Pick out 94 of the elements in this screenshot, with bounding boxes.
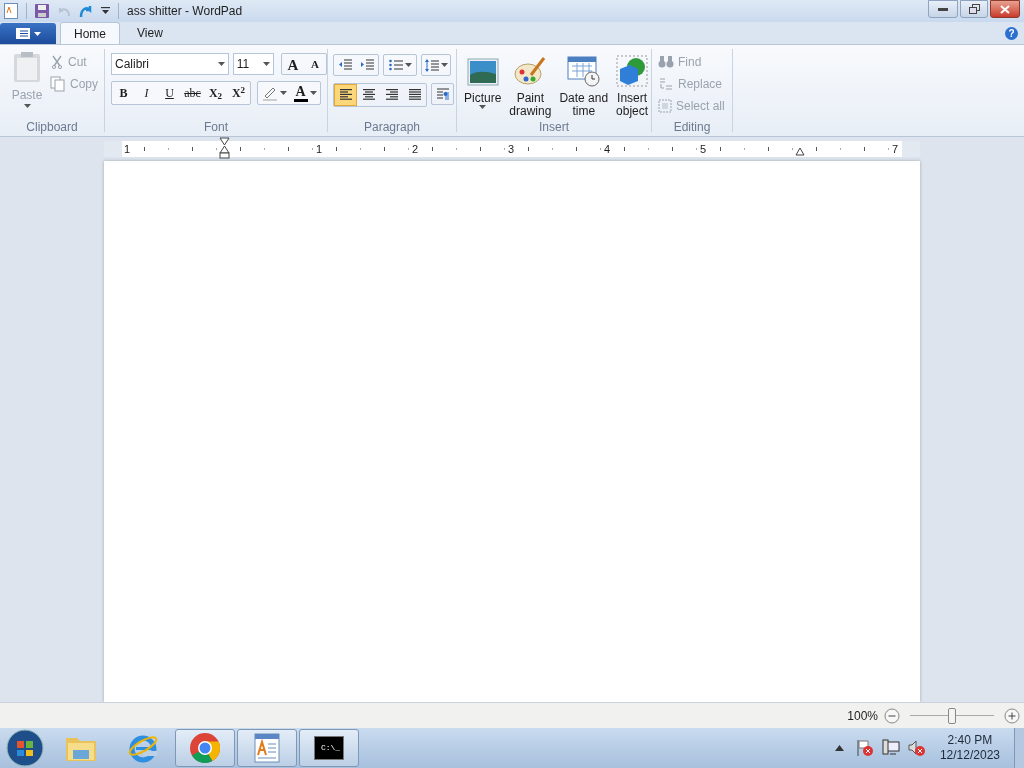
zoom-out-button[interactable]: [884, 707, 900, 724]
caret-icon: [263, 62, 270, 66]
line-spacing-icon: [424, 58, 439, 72]
ruler-number: 4: [604, 142, 611, 157]
console-icon: C:\_: [314, 736, 344, 760]
minimize-button[interactable]: [928, 0, 958, 18]
document-icon: [15, 28, 30, 39]
format-button[interactable]: X$^{2}$: [227, 82, 250, 104]
slider-thumb[interactable]: [948, 707, 956, 724]
font-size-field[interactable]: 11: [232, 53, 274, 75]
format-button[interactable]: abc: [181, 82, 204, 104]
ruler-number: 1: [316, 142, 323, 157]
ruler-number: 7: [892, 142, 899, 157]
caret-icon: [279, 91, 287, 95]
format-button[interactable]: X$_{2}$: [204, 82, 227, 104]
font-color-button[interactable]: A: [290, 82, 320, 104]
line-spacing-button[interactable]: [421, 54, 451, 76]
caret-icon: [440, 63, 448, 67]
grow-font-button[interactable]: A: [282, 54, 304, 74]
window-title: ass shitter - WordPad: [127, 3, 243, 20]
taskbar-button[interactable]: [237, 729, 297, 767]
scissors-icon: [50, 55, 64, 69]
file-menu-button[interactable]: [0, 23, 56, 44]
show-hidden-icons-icon[interactable]: [834, 745, 844, 751]
insert-button[interactable]: Date and time: [556, 53, 612, 121]
save-icon[interactable]: [35, 4, 49, 18]
caret-icon: [404, 63, 412, 67]
zoom-in-button[interactable]: [1004, 707, 1020, 724]
caret-icon: [479, 105, 487, 109]
group-label: Font: [203, 121, 229, 136]
caret-icon: [33, 31, 41, 36]
copy-icon: [50, 76, 66, 92]
close-icon: [1000, 4, 1010, 14]
align-icon: [361, 89, 376, 101]
replace-icon: [658, 76, 674, 91]
wordpad-icon[interactable]: [4, 3, 18, 19]
caret-icon: [309, 91, 317, 95]
format-button[interactable]: U: [158, 82, 181, 104]
redo-icon[interactable]: [79, 4, 93, 18]
ribbon-tab[interactable]: Home: [60, 22, 120, 44]
indent-icon: [360, 59, 374, 71]
insert-button[interactable]: Paint drawing: [506, 53, 555, 121]
shrink-font-button[interactable]: A: [304, 54, 326, 74]
bullet-list-icon: [388, 59, 403, 71]
paragraph-icon: [435, 87, 450, 101]
ruler-number: 1: [124, 142, 131, 157]
help-button[interactable]: ?: [1005, 27, 1018, 40]
palette-icon: [513, 55, 548, 87]
landscape-icon: [466, 57, 499, 87]
wordpad-icon: [254, 733, 280, 763]
zoom-slider[interactable]: [910, 707, 994, 724]
taskbar-button[interactable]: [175, 729, 235, 767]
select-all-icon: [658, 98, 672, 113]
group-label: Editing: [672, 121, 712, 136]
restore-icon: [968, 4, 980, 14]
font-family-field[interactable]: Calibri: [111, 53, 229, 75]
ribbon-tab[interactable]: View: [124, 22, 176, 44]
align-icon: [384, 89, 399, 101]
paragraph-button[interactable]: [431, 83, 454, 105]
align-button[interactable]: [334, 84, 357, 106]
taskbar-button[interactable]: C:\_: [299, 729, 359, 767]
binoculars-icon: [658, 54, 674, 69]
dropdown-icon[interactable]: [101, 7, 110, 15]
group-label: Clipboard: [25, 121, 79, 136]
indent-marker-icon[interactable]: [219, 137, 230, 159]
align-icon: [407, 89, 422, 101]
ruler-number: 2: [412, 142, 419, 157]
group-label: Paragraph: [362, 121, 421, 136]
insert-button[interactable]: Insert object: [613, 53, 652, 121]
muted-speaker-icon[interactable]: [907, 739, 926, 757]
clock[interactable]: 2:40 PM 12/12/2023: [939, 733, 1000, 763]
minimize-icon: [938, 7, 948, 11]
format-button[interactable]: I: [135, 82, 158, 104]
close-button[interactable]: [990, 0, 1020, 18]
zoom-level: 100%: [847, 707, 878, 725]
right-indent-marker-icon[interactable]: [795, 146, 805, 156]
list-button[interactable]: [383, 54, 417, 76]
clipboard-icon: [12, 51, 42, 83]
ruler-number: 3: [508, 142, 515, 157]
flag-error-icon[interactable]: [855, 739, 874, 757]
start-orb-icon[interactable]: [6, 729, 44, 767]
indent-icon: [338, 59, 352, 71]
format-button[interactable]: B: [112, 82, 135, 104]
calendar-clock-icon: [566, 55, 601, 87]
network-icon[interactable]: [881, 739, 900, 757]
group-label: Insert: [538, 121, 570, 136]
align-icon: [338, 89, 353, 101]
chrome-icon: [189, 732, 221, 764]
caret-icon: [23, 104, 31, 108]
caret-icon: [217, 62, 225, 66]
highlighter-icon: [261, 85, 278, 101]
insert-button[interactable]: Picture: [461, 53, 505, 121]
restore-button[interactable]: [960, 0, 988, 18]
ruler-number: 5: [700, 142, 707, 157]
